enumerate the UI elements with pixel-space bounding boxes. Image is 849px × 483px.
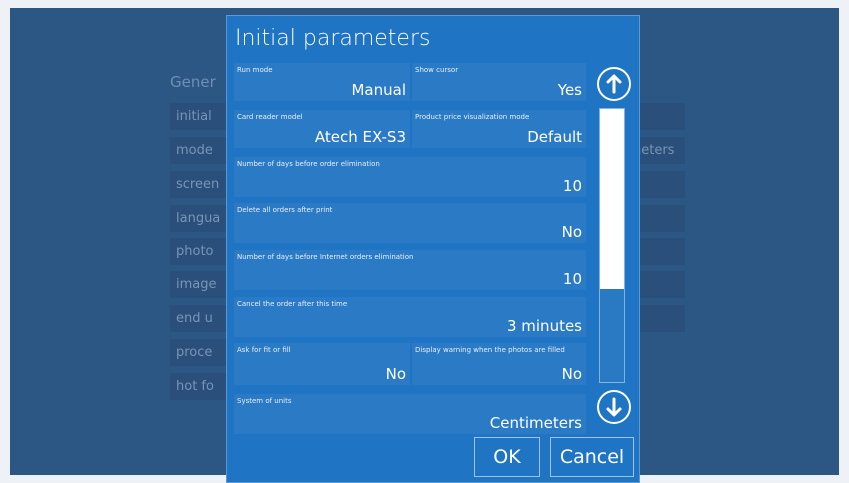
param-value: No bbox=[385, 365, 406, 383]
param-value: 10 bbox=[562, 270, 582, 288]
param-label: Delete all orders after print bbox=[237, 206, 333, 214]
background-list-item[interactable]: end u bbox=[170, 305, 232, 332]
background-list-item[interactable]: initial bbox=[170, 103, 232, 130]
param-cancel-order-time[interactable]: Cancel the order after this time 3 minut… bbox=[234, 297, 586, 337]
param-ask-fit-or-fill[interactable]: Ask for fit or fill No bbox=[234, 343, 410, 385]
param-price-visualization-mode[interactable]: Product price visualization mode Default bbox=[412, 110, 586, 148]
param-label: Number of days before order elimination bbox=[237, 160, 380, 168]
background-header: Gener bbox=[170, 73, 216, 91]
background-list-item[interactable]: langua bbox=[170, 205, 232, 232]
scrollbar-thumb[interactable] bbox=[600, 109, 624, 289]
param-system-of-units[interactable]: System of units Centimeters bbox=[234, 394, 586, 434]
param-card-reader-model[interactable]: Card reader model Atech EX-S3 bbox=[234, 110, 410, 148]
param-label: System of units bbox=[237, 397, 292, 405]
param-value: 3 minutes bbox=[506, 317, 582, 335]
background-list-item[interactable]: mode bbox=[170, 137, 232, 164]
param-days-internet-order-elimination[interactable]: Number of days before Internet orders el… bbox=[234, 250, 586, 290]
param-delete-orders-after-print[interactable]: Delete all orders after print No bbox=[234, 203, 586, 243]
param-value: Centimeters bbox=[489, 414, 582, 432]
param-label: Show cursor bbox=[415, 66, 459, 74]
background-list-item[interactable]: proce bbox=[170, 339, 232, 366]
background-list-item[interactable]: hot fo bbox=[170, 373, 232, 400]
param-value: Atech EX-S3 bbox=[314, 128, 406, 146]
param-show-cursor[interactable]: Show cursor Yes bbox=[412, 63, 586, 101]
scroll-down-button[interactable] bbox=[597, 390, 631, 424]
background-list-item[interactable]: image bbox=[170, 271, 232, 298]
background-list-item[interactable]: screen bbox=[170, 171, 232, 198]
param-label: Product price visualization mode bbox=[415, 113, 530, 121]
param-value: 10 bbox=[562, 177, 582, 195]
param-label: Cancel the order after this time bbox=[237, 300, 348, 308]
arrow-down-circle-icon bbox=[606, 397, 622, 417]
param-value: Default bbox=[527, 128, 582, 146]
param-value: No bbox=[561, 365, 582, 383]
param-days-order-elimination[interactable]: Number of days before order elimination … bbox=[234, 157, 586, 197]
scrollbar-track[interactable] bbox=[599, 108, 625, 383]
initial-parameters-dialog: Initial parameters Run mode Manual Show … bbox=[226, 15, 640, 483]
param-label: Run mode bbox=[237, 66, 273, 74]
param-label: Display warning when the photos are fill… bbox=[415, 346, 565, 354]
param-run-mode[interactable]: Run mode Manual bbox=[234, 63, 410, 101]
param-label: Card reader model bbox=[237, 113, 303, 121]
param-label: Ask for fit or fill bbox=[237, 346, 291, 354]
param-value: Yes bbox=[557, 81, 582, 99]
arrow-up-circle-icon bbox=[606, 74, 622, 94]
param-warning-photos-filled[interactable]: Display warning when the photos are fill… bbox=[412, 343, 586, 385]
param-value: Manual bbox=[351, 81, 406, 99]
dialog-title: Initial parameters bbox=[235, 26, 431, 51]
param-value: No bbox=[561, 223, 582, 241]
ok-button[interactable]: OK bbox=[474, 437, 540, 477]
param-label: Number of days before Internet orders el… bbox=[237, 253, 414, 261]
cancel-button[interactable]: Cancel bbox=[550, 437, 634, 477]
scroll-up-button[interactable] bbox=[597, 67, 631, 101]
background-list-item[interactable]: photo bbox=[170, 238, 232, 265]
